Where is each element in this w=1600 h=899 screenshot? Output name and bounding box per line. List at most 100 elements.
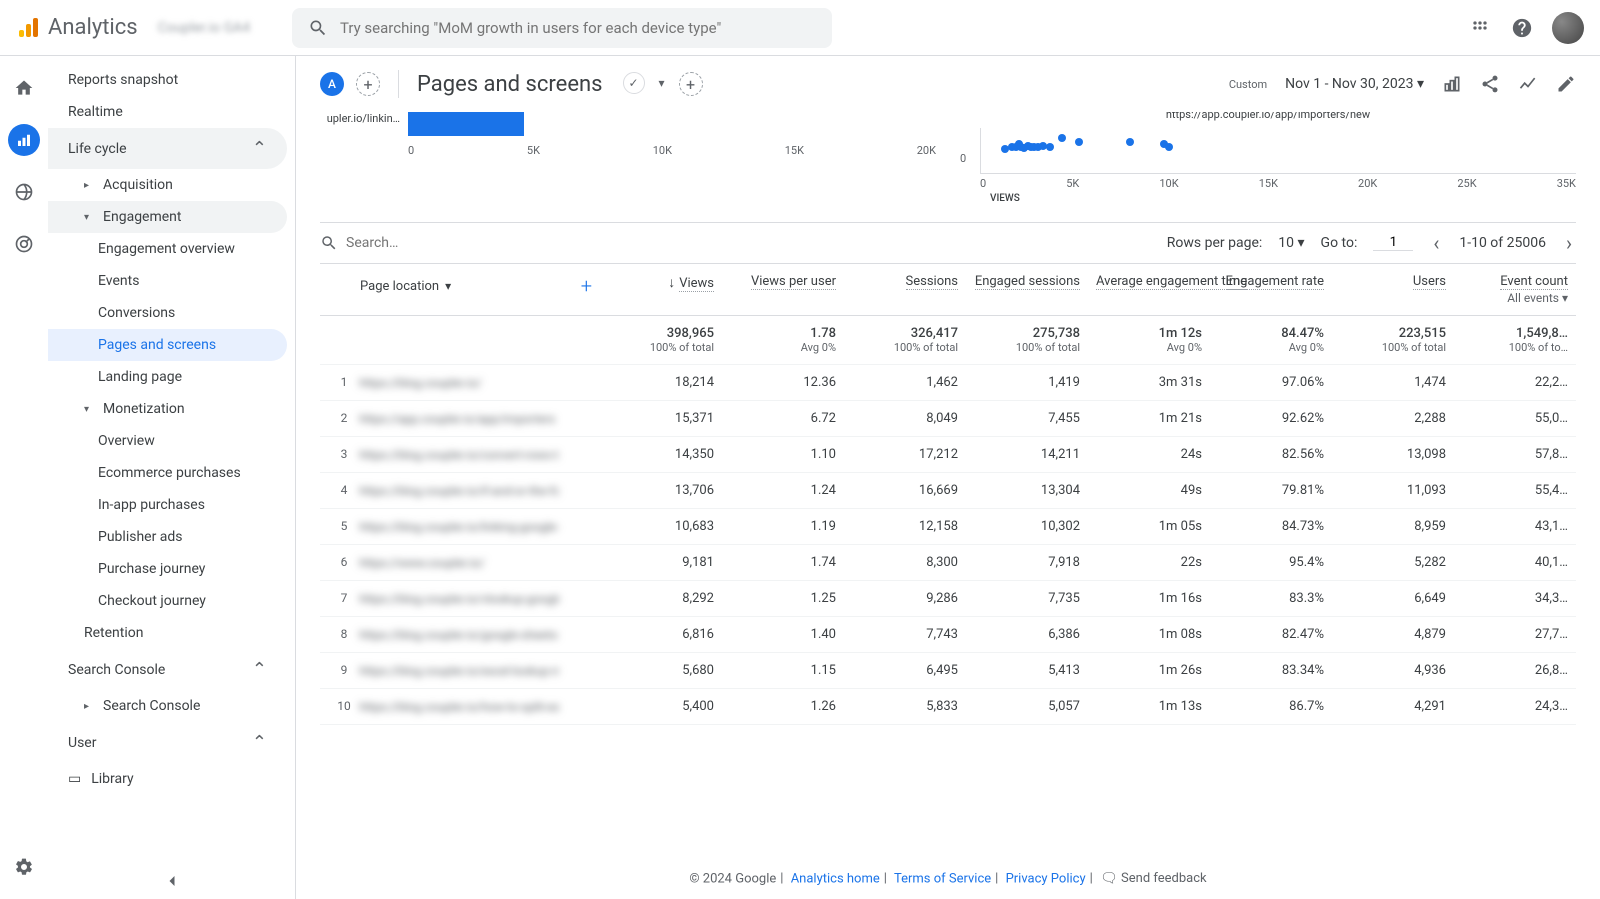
- metric-cell: 14,350: [600, 437, 722, 473]
- nav-library[interactable]: ▭Library: [48, 763, 295, 795]
- dimension-header[interactable]: Page location ▾+: [320, 264, 600, 316]
- nav-reports-snapshot[interactable]: Reports snapshot: [48, 64, 295, 96]
- metric-cell: 26,8…: [1454, 653, 1576, 689]
- column-header[interactable]: Event countAll events ▾: [1454, 264, 1576, 316]
- nav-pages-screens[interactable]: Pages and screens: [48, 329, 287, 361]
- global-search-input[interactable]: [340, 19, 816, 37]
- metric-cell: 13,304: [966, 473, 1088, 509]
- column-header[interactable]: Users: [1332, 264, 1454, 316]
- user-avatar[interactable]: [1552, 12, 1584, 44]
- axis-tick: 20K: [1358, 177, 1377, 190]
- nav-life-cycle[interactable]: Life cycle⌃: [48, 128, 287, 169]
- table-row[interactable]: 3 https://blog.coupler.io/convert-rows-t…: [320, 437, 1576, 473]
- rail-home-icon[interactable]: [8, 72, 40, 104]
- prev-page-button[interactable]: ‹: [1429, 231, 1443, 255]
- totals-cell: 275,738100% of total: [966, 316, 1088, 365]
- nav-user[interactable]: User⌃: [48, 722, 287, 763]
- add-dimension-button[interactable]: +: [581, 274, 592, 298]
- nav-acquisition[interactable]: ▸Acquisition: [48, 169, 287, 201]
- metric-cell: 6,816: [600, 617, 722, 653]
- nav-monetization[interactable]: ▾Monetization: [48, 393, 287, 425]
- metric-cell: 1,462: [844, 365, 966, 401]
- add-comparison-button[interactable]: +: [356, 72, 380, 96]
- nav-search-console-sub[interactable]: ▸Search Console: [48, 690, 287, 722]
- table-row[interactable]: 9 https://blog.coupler.io/excel-lookup-m…: [320, 653, 1576, 689]
- metric-cell: 8,959: [1332, 509, 1454, 545]
- column-header[interactable]: ↓Views: [600, 264, 722, 316]
- metric-cell: 4,291: [1332, 689, 1454, 725]
- apps-icon[interactable]: [1468, 16, 1492, 40]
- nav-collapse-button[interactable]: [162, 871, 182, 891]
- table-row[interactable]: 6 https://www.coupler.io/9,1811.748,3007…: [320, 545, 1576, 581]
- nav-realtime[interactable]: Realtime: [48, 96, 295, 128]
- table-row[interactable]: 2 https://app.coupler.io/app/importers15…: [320, 401, 1576, 437]
- table-row[interactable]: 5 https://blog.coupler.io/linking-google…: [320, 509, 1576, 545]
- date-range-picker[interactable]: Nov 1 - Nov 30, 2023 ▾: [1285, 76, 1424, 92]
- nav-purchase-journey[interactable]: Purchase journey: [48, 553, 287, 585]
- rail-settings-icon[interactable]: [8, 851, 40, 883]
- goto-input[interactable]: [1373, 235, 1413, 251]
- column-header[interactable]: Sessions: [844, 264, 966, 316]
- page-header: A + Pages and screens ✓ ▾ + Custom Nov 1…: [296, 56, 1600, 112]
- footer-feedback[interactable]: 🗨 Send feedback: [1100, 871, 1207, 886]
- column-header[interactable]: Engaged sessions: [966, 264, 1088, 316]
- table-row[interactable]: 7 https://blog.coupler.io/vlookup-google…: [320, 581, 1576, 617]
- dimension-cell: 7 https://blog.coupler.io/vlookup-google…: [320, 581, 600, 617]
- scatter-area: [980, 128, 1576, 174]
- nav-search-console[interactable]: Search Console⌃: [48, 649, 287, 690]
- triangle-down-icon: ▾: [84, 404, 89, 415]
- global-search[interactable]: [292, 8, 832, 48]
- totals-cell: 326,417100% of total: [844, 316, 966, 365]
- nav-mon-overview[interactable]: Overview: [48, 425, 287, 457]
- dropdown-icon[interactable]: ▾: [651, 72, 673, 94]
- share-icon[interactable]: [1480, 74, 1500, 94]
- insights-icon[interactable]: [1518, 74, 1538, 94]
- triangle-right-icon: ▸: [84, 701, 89, 712]
- edit-icon[interactable]: [1556, 74, 1576, 94]
- table-row[interactable]: 8 https://blog.coupler.io/google-sheets-…: [320, 617, 1576, 653]
- metric-cell: 6,495: [844, 653, 966, 689]
- nav-engagement[interactable]: ▾Engagement: [48, 201, 287, 233]
- help-icon[interactable]: [1510, 16, 1534, 40]
- rows-per-page-label: Rows per page:: [1167, 235, 1262, 251]
- rail-reports-icon[interactable]: [8, 124, 40, 156]
- column-header[interactable]: Views per user: [722, 264, 844, 316]
- audience-chip[interactable]: A: [320, 72, 344, 96]
- totals-cell: 1.78Avg 0%: [722, 316, 844, 365]
- metric-cell: 92.62%: [1210, 401, 1332, 437]
- column-header[interactable]: Engagement rate: [1210, 264, 1332, 316]
- charts-area: upler.io/linkin…05K10K15K20K https://app…: [320, 112, 1576, 202]
- verified-icon[interactable]: ✓: [623, 72, 645, 94]
- nav-inapp[interactable]: In-app purchases: [48, 489, 287, 521]
- table-row[interactable]: 1 https://blog.coupler.io/18,21412.361,4…: [320, 365, 1576, 401]
- metric-cell: 43,1…: [1454, 509, 1576, 545]
- table-row[interactable]: 4 https://blog.coupler.io/if-and-or-the-…: [320, 473, 1576, 509]
- rail-advertising-icon[interactable]: [8, 228, 40, 260]
- metric-cell: 15,371: [600, 401, 722, 437]
- metric-cell: 57,8…: [1454, 437, 1576, 473]
- table-search[interactable]: [320, 234, 1167, 252]
- add-card-button[interactable]: +: [679, 72, 703, 96]
- nav-conversions[interactable]: Conversions: [48, 297, 287, 329]
- nav-retention[interactable]: Retention: [48, 617, 287, 649]
- table-search-input[interactable]: [346, 235, 546, 251]
- nav-checkout-journey[interactable]: Checkout journey: [48, 585, 287, 617]
- nav-engagement-overview[interactable]: Engagement overview: [48, 233, 287, 265]
- metric-cell: 83.3%: [1210, 581, 1332, 617]
- footer-analytics-home[interactable]: Analytics home: [791, 871, 880, 886]
- nav-publisher[interactable]: Publisher ads: [48, 521, 287, 553]
- customize-icon[interactable]: [1442, 74, 1462, 94]
- nav-events[interactable]: Events: [48, 265, 287, 297]
- metric-cell: 7,743: [844, 617, 966, 653]
- next-page-button[interactable]: ›: [1562, 231, 1576, 255]
- table-row[interactable]: 10 https://blog.coupler.io/how-to-split-…: [320, 689, 1576, 725]
- footer-privacy[interactable]: Privacy Policy: [1006, 871, 1086, 886]
- footer-terms[interactable]: Terms of Service: [894, 871, 991, 886]
- rows-per-page-select[interactable]: 10 ▾: [1278, 235, 1304, 251]
- metric-cell: 5,057: [966, 689, 1088, 725]
- property-name[interactable]: Coupler.io GA4: [158, 20, 251, 36]
- rail-explore-icon[interactable]: [8, 176, 40, 208]
- column-header[interactable]: Average engagement time: [1088, 264, 1210, 316]
- nav-ecommerce[interactable]: Ecommerce purchases: [48, 457, 287, 489]
- nav-landing-page[interactable]: Landing page: [48, 361, 287, 393]
